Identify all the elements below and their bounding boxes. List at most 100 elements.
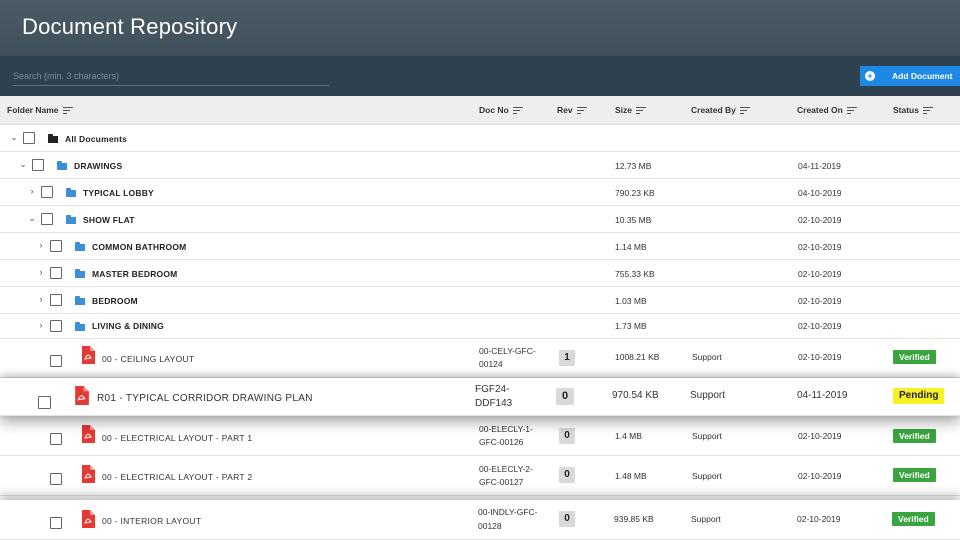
created-on-cell: 02-10-2019 — [798, 321, 842, 331]
size-cell: 970.54 KB — [612, 390, 659, 401]
revision-badge: 0 — [559, 428, 575, 444]
size-cell: 939.85 KB — [614, 514, 654, 524]
doc-no-cell: 00-CELY-GFC- — [479, 346, 536, 356]
tree-row-living-dining[interactable]: › LIVING & DINING 1.73 MB 02-10-2019 — [0, 314, 960, 339]
app-header: Document Repository — [0, 0, 960, 56]
revision-badge: 1 — [559, 350, 575, 366]
document-row-selected[interactable]: R01 - TYPICAL CORRIDOR DRAWING PLAN FGF2… — [0, 378, 960, 416]
column-created-by[interactable]: Created By — [691, 105, 750, 115]
size-cell: 1008.21 KB — [615, 352, 660, 362]
size-cell: 1.4 MB — [615, 431, 642, 441]
row-checkbox[interactable] — [50, 517, 62, 529]
chevron-right-icon[interactable]: › — [36, 267, 46, 277]
sort-icon[interactable] — [576, 106, 587, 114]
created-on-cell: 04-11-2019 — [798, 161, 841, 171]
tree-row-master-bedroom[interactable]: › MASTER BEDROOM 755.33 KB 02-10-2019 — [0, 260, 960, 287]
chevron-right-icon[interactable]: › — [27, 186, 37, 196]
doc-no-cell: 00128 — [478, 521, 502, 531]
document-name[interactable]: 00 - ELECTRICAL LAYOUT - PART 2 — [102, 472, 252, 482]
status-badge: Verified — [893, 429, 936, 443]
row-checkbox[interactable] — [50, 240, 62, 252]
created-on-cell: 02-10-2019 — [798, 242, 842, 252]
doc-no-cell: 00-INDLY-GFC- — [478, 507, 538, 517]
add-document-label: Add Document — [892, 71, 953, 81]
row-checkbox[interactable] — [50, 473, 62, 485]
created-on-cell: 02-10-2019 — [798, 431, 842, 441]
row-checkbox[interactable] — [50, 267, 62, 279]
created-on-cell: 04-10-2019 — [798, 188, 842, 198]
folder-name[interactable]: DRAWINGS — [74, 161, 122, 171]
sort-icon[interactable] — [846, 106, 857, 114]
sort-icon[interactable] — [512, 106, 523, 114]
chevron-down-icon[interactable]: ⌄ — [18, 159, 28, 170]
row-checkbox[interactable] — [50, 294, 62, 306]
plus-circle-icon: + — [865, 71, 875, 81]
column-label: Created On — [797, 105, 843, 115]
page-title: Document Repository — [22, 14, 238, 39]
folder-name[interactable]: BEDROOM — [92, 296, 138, 306]
add-document-button[interactable]: + Add Document — [860, 66, 960, 86]
tree-row-root[interactable]: ⌄ All Documents — [0, 125, 960, 152]
toolbar — [0, 56, 960, 96]
document-row[interactable]: 00 - INTERIOR LAYOUT 00-INDLY-GFC- 00128… — [0, 500, 960, 540]
document-name[interactable]: 00 - INTERIOR LAYOUT — [102, 516, 201, 526]
search-input[interactable] — [13, 66, 329, 86]
folder-name[interactable]: COMMON BATHROOM — [92, 242, 186, 252]
folder-name[interactable]: MASTER BEDROOM — [92, 269, 177, 279]
chevron-right-icon[interactable]: › — [36, 240, 46, 250]
column-label: Created By — [691, 105, 736, 115]
folder-icon — [75, 296, 85, 305]
row-checkbox[interactable] — [41, 186, 53, 198]
column-rev[interactable]: Rev — [557, 105, 587, 115]
column-label: Rev — [557, 105, 573, 115]
row-checkbox[interactable] — [23, 132, 35, 144]
row-checkbox[interactable] — [50, 355, 62, 367]
folder-name[interactable]: All Documents — [65, 134, 127, 144]
created-on-cell: 02-10-2019 — [798, 269, 842, 279]
chevron-right-icon[interactable]: › — [36, 294, 46, 304]
tree-row-drawings[interactable]: ⌄ DRAWINGS 12.73 MB 04-11-2019 — [0, 152, 960, 179]
sort-icon[interactable] — [636, 106, 647, 114]
row-checkbox[interactable] — [32, 159, 44, 171]
tree-row-common-bathroom[interactable]: › COMMON BATHROOM 1.14 MB 02-10-2019 — [0, 233, 960, 260]
status-badge: Verified — [893, 468, 936, 482]
size-cell: 10.35 MB — [615, 215, 652, 225]
row-checkbox[interactable] — [50, 320, 62, 332]
row-checkbox[interactable] — [38, 396, 51, 409]
folder-name[interactable]: SHOW FLAT — [83, 215, 135, 225]
document-name[interactable]: R01 - TYPICAL CORRIDOR DRAWING PLAN — [97, 393, 313, 404]
document-name[interactable]: 00 - ELECTRICAL LAYOUT - PART 1 — [102, 433, 252, 443]
sort-icon[interactable] — [739, 106, 750, 114]
column-size[interactable]: Size — [615, 105, 647, 115]
revision-badge: 0 — [559, 511, 575, 527]
column-folder-name[interactable]: Folder Name — [7, 105, 73, 115]
created-by-cell: Support — [691, 514, 721, 524]
folder-icon — [75, 269, 85, 278]
chevron-down-icon[interactable]: ⌄ — [27, 213, 37, 224]
document-name[interactable]: 00 - CEILING LAYOUT — [102, 354, 194, 364]
tree-row-bedroom[interactable]: › BEDROOM 1.03 MB 02-10-2019 — [0, 287, 960, 314]
sort-icon[interactable] — [922, 106, 933, 114]
row-checkbox[interactable] — [41, 213, 53, 225]
pdf-file-icon — [82, 346, 95, 364]
folder-icon — [57, 161, 67, 170]
document-row[interactable]: 00 - ELECTRICAL LAYOUT - PART 1 00-ELECL… — [0, 416, 960, 456]
folder-icon — [66, 215, 76, 224]
created-on-cell: 02-10-2019 — [798, 471, 842, 481]
row-checkbox[interactable] — [50, 433, 62, 445]
chevron-down-icon[interactable]: ⌄ — [9, 132, 19, 143]
column-status[interactable]: Status — [893, 105, 933, 115]
folder-name[interactable]: TYPICAL LOBBY — [83, 188, 154, 198]
doc-no-cell: GFC-00127 — [479, 477, 524, 487]
document-row[interactable]: 00 - ELECTRICAL LAYOUT - PART 2 00-ELECL… — [0, 456, 960, 496]
column-doc-no[interactable]: Doc No — [479, 105, 523, 115]
pdf-file-icon — [82, 425, 95, 443]
chevron-right-icon[interactable]: › — [36, 320, 46, 330]
folder-name[interactable]: LIVING & DINING — [92, 321, 164, 331]
tree-row-show-flat[interactable]: ⌄ SHOW FLAT 10.35 MB 02-10-2019 — [0, 206, 960, 233]
tree-row-typical-lobby[interactable]: › TYPICAL LOBBY 790.23 KB 04-10-2019 — [0, 179, 960, 206]
column-created-on[interactable]: Created On — [797, 105, 857, 115]
document-row[interactable]: 00 - CEILING LAYOUT 00-CELY-GFC- 00124 1… — [0, 339, 960, 378]
sort-icon[interactable] — [62, 106, 73, 114]
folder-icon — [75, 242, 85, 251]
